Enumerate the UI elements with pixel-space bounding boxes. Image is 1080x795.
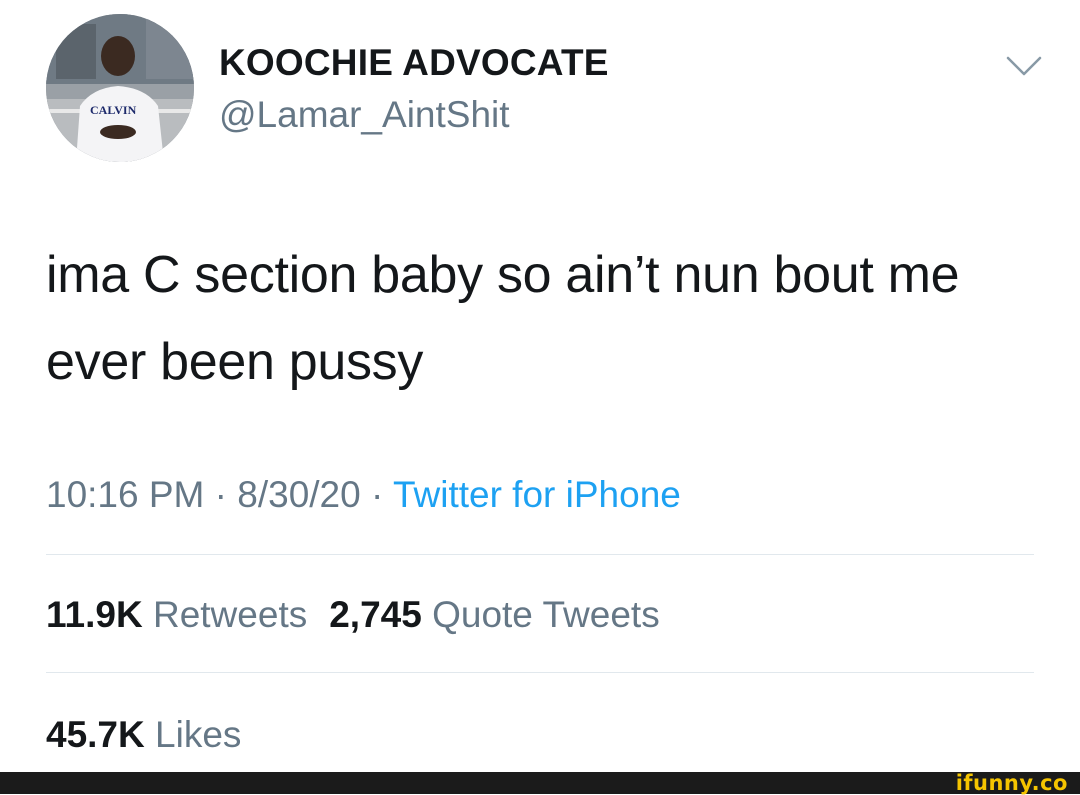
- likes-stat[interactable]: 45.7K Likes: [46, 714, 241, 755]
- ifunny-watermark: ifunny.co: [955, 771, 1068, 795]
- divider: [46, 672, 1034, 673]
- footer-bar: ifunny.co: [0, 772, 1080, 794]
- retweets-stat[interactable]: 11.9K Retweets: [46, 594, 307, 635]
- meta-separator: ·: [204, 474, 238, 515]
- tweet-time[interactable]: 10:16 PM: [46, 474, 204, 515]
- tweet-text: ima C section baby so ain’t nun bout me …: [46, 246, 960, 391]
- likes-count: 45.7K: [46, 714, 145, 755]
- quote-tweets-count: 2,745: [329, 594, 422, 635]
- display-name[interactable]: KOOCHIE ADVOCATE: [219, 42, 609, 84]
- chevron-down-icon[interactable]: [1004, 52, 1044, 80]
- quote-tweets-label: Quote Tweets: [432, 594, 660, 635]
- likes-row: 45.7K Likes: [46, 714, 241, 756]
- tweet-source-link[interactable]: Twitter for iPhone: [393, 474, 681, 515]
- meta-separator: ·: [360, 474, 393, 515]
- quote-tweets-stat[interactable]: 2,745 Quote Tweets: [329, 594, 660, 635]
- likes-label: Likes: [155, 714, 242, 755]
- tweet-metadata: 10:16 PM · 8/30/20 · Twitter for iPhone: [46, 474, 681, 516]
- avatar-shirt-text: CALVIN: [90, 103, 137, 117]
- avatar[interactable]: CALVIN: [46, 14, 194, 162]
- retweets-count: 11.9K: [46, 594, 143, 635]
- avatar-photo: CALVIN: [46, 14, 194, 162]
- user-handle[interactable]: @Lamar_AintShit: [219, 94, 510, 136]
- divider: [46, 554, 1034, 555]
- engagement-stats: 11.9K Retweets 2,745 Quote Tweets: [46, 594, 660, 636]
- retweets-label: Retweets: [152, 594, 308, 635]
- tweet-date[interactable]: 8/30/20: [237, 474, 360, 515]
